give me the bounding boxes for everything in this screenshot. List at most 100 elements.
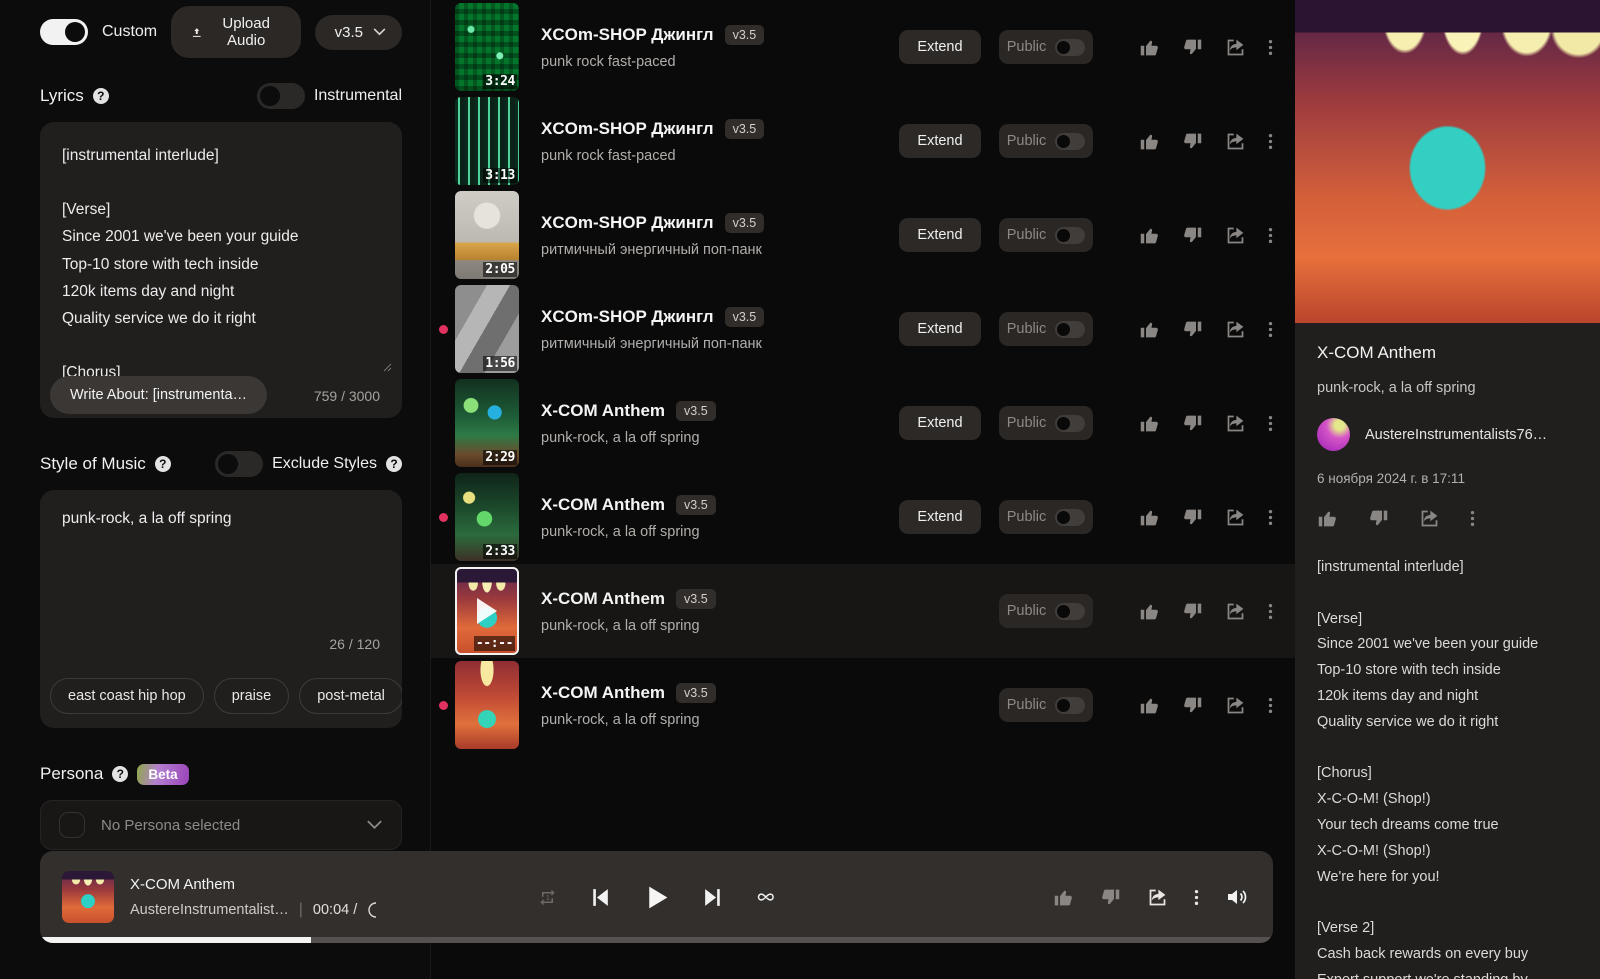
extend-button[interactable]: Extend xyxy=(899,30,981,64)
thumbs-down-icon[interactable] xyxy=(1182,507,1203,528)
help-icon[interactable]: ? xyxy=(92,88,109,104)
more-options-icon[interactable] xyxy=(1268,413,1273,434)
player-progress-bar[interactable] xyxy=(40,937,1273,943)
share-icon[interactable] xyxy=(1147,887,1168,908)
song-thumbnail[interactable]: 3:13 xyxy=(455,97,519,185)
share-icon[interactable] xyxy=(1419,508,1440,529)
song-thumbnail[interactable]: 1:56 xyxy=(455,285,519,373)
more-options-icon[interactable] xyxy=(1268,601,1273,622)
share-icon[interactable] xyxy=(1225,507,1246,528)
song-row[interactable]: X-COM Anthem v3.5 punk-rock, a la off spri… xyxy=(431,658,1295,752)
detail-author[interactable]: AustereInstrumentalists76… xyxy=(1317,418,1578,451)
more-options-icon[interactable] xyxy=(1194,887,1199,908)
thumbs-down-icon[interactable] xyxy=(1182,37,1203,58)
song-thumbnail[interactable]: --:-- xyxy=(455,567,519,655)
thumbs-up-icon[interactable] xyxy=(1139,507,1160,528)
help-icon[interactable]: ? xyxy=(386,456,402,472)
more-options-icon[interactable] xyxy=(1470,508,1475,529)
song-thumbnail[interactable] xyxy=(455,661,519,749)
more-options-icon[interactable] xyxy=(1268,37,1273,58)
style-tag[interactable]: praise xyxy=(213,678,290,714)
more-options-icon[interactable] xyxy=(1268,131,1273,152)
thumbs-down-icon[interactable] xyxy=(1182,131,1203,152)
extend-button[interactable]: Extend xyxy=(899,500,981,534)
toggle-switch[interactable] xyxy=(1055,414,1086,432)
help-icon[interactable]: ? xyxy=(112,766,129,782)
toggle-switch[interactable] xyxy=(1055,696,1086,714)
thumbs-up-icon[interactable] xyxy=(1139,319,1160,340)
play-overlay-icon[interactable] xyxy=(477,598,497,624)
song-row[interactable]: --:-- X-COM Anthem v3.5 punk-rock, a la off… xyxy=(431,564,1295,658)
lyrics-input[interactable]: [instrumental interlude] [Verse] Since 2… xyxy=(62,142,380,394)
public-toggle[interactable]: Public xyxy=(999,594,1093,628)
song-row[interactable]: 2:29 X-COM Anthem v3.5 punk-rock, a la off … xyxy=(431,376,1295,470)
extend-button[interactable]: Extend xyxy=(899,312,981,346)
public-toggle[interactable]: Public xyxy=(999,500,1093,534)
exclude-styles-toggle[interactable] xyxy=(215,451,264,477)
extend-button[interactable]: Extend xyxy=(899,124,981,158)
toggle-switch[interactable] xyxy=(1055,226,1086,244)
instrumental-toggle[interactable] xyxy=(256,83,305,109)
share-icon[interactable] xyxy=(1225,37,1246,58)
thumbs-up-icon[interactable] xyxy=(1317,508,1338,529)
share-icon[interactable] xyxy=(1225,695,1246,716)
upload-audio-button[interactable]: Upload Audio xyxy=(171,6,301,58)
more-options-icon[interactable] xyxy=(1268,695,1273,716)
help-icon[interactable]: ? xyxy=(154,456,171,472)
thumbs-down-icon[interactable] xyxy=(1182,695,1203,716)
lyrics-textarea-container[interactable]: [instrumental interlude] [Verse] Since 2… xyxy=(40,122,402,418)
toggle-switch[interactable] xyxy=(1055,602,1086,620)
previous-track-icon[interactable] xyxy=(587,885,612,910)
public-toggle[interactable]: Public xyxy=(999,30,1093,64)
song-thumbnail[interactable]: 2:33 xyxy=(455,473,519,561)
model-version-select[interactable]: v3.5 xyxy=(314,14,402,50)
share-icon[interactable] xyxy=(1225,601,1246,622)
thumbs-down-icon[interactable] xyxy=(1182,319,1203,340)
persona-select[interactable]: No Persona selected xyxy=(40,800,402,850)
extend-button[interactable]: Extend xyxy=(899,218,981,252)
infinity-loop-icon[interactable] xyxy=(756,887,776,907)
song-row[interactable]: 3:24 XCOm-SHOP Джингл v3.5 punk rock fast-p… xyxy=(431,0,1295,94)
thumbs-down-icon[interactable] xyxy=(1182,225,1203,246)
thumbs-up-icon[interactable] xyxy=(1139,601,1160,622)
public-toggle[interactable]: Public xyxy=(999,688,1093,722)
thumbs-up-icon[interactable] xyxy=(1139,131,1160,152)
write-about-button[interactable]: Write About: [instrumenta… xyxy=(50,376,268,414)
thumbs-down-icon[interactable] xyxy=(1182,601,1203,622)
song-cover-art[interactable] xyxy=(1295,0,1600,323)
toggle-switch[interactable] xyxy=(1055,508,1086,526)
thumbs-up-icon[interactable] xyxy=(1053,887,1074,908)
share-icon[interactable] xyxy=(1225,319,1246,340)
more-options-icon[interactable] xyxy=(1268,507,1273,528)
thumbs-up-icon[interactable] xyxy=(1139,695,1160,716)
more-options-icon[interactable] xyxy=(1268,225,1273,246)
thumbs-down-icon[interactable] xyxy=(1182,413,1203,434)
public-toggle[interactable]: Public xyxy=(999,406,1093,440)
song-thumbnail[interactable]: 2:29 xyxy=(455,379,519,467)
extend-button[interactable]: Extend xyxy=(899,406,981,440)
style-input[interactable]: punk-rock, a la off spring xyxy=(62,510,380,528)
thumbs-up-icon[interactable] xyxy=(1139,37,1160,58)
style-textarea-container[interactable]: punk-rock, a la off spring 26 / 120 east… xyxy=(40,490,402,728)
public-toggle[interactable]: Public xyxy=(999,218,1093,252)
custom-mode-toggle[interactable] xyxy=(40,19,88,45)
style-tag[interactable]: east coast hip hop xyxy=(50,678,204,714)
thumbs-down-icon[interactable] xyxy=(1368,508,1389,529)
public-toggle[interactable]: Public xyxy=(999,124,1093,158)
resize-handle-icon[interactable] xyxy=(380,360,392,372)
song-thumbnail[interactable]: 3:24 xyxy=(455,3,519,91)
toggle-switch[interactable] xyxy=(1055,132,1086,150)
next-track-icon[interactable] xyxy=(701,885,726,910)
song-thumbnail[interactable]: 2:05 xyxy=(455,191,519,279)
share-icon[interactable] xyxy=(1225,131,1246,152)
toggle-switch[interactable] xyxy=(1055,320,1086,338)
song-row[interactable]: 3:13 XCOm-SHOP Джингл v3.5 punk rock fast-p… xyxy=(431,94,1295,188)
player-thumbnail[interactable] xyxy=(62,871,114,923)
more-options-icon[interactable] xyxy=(1268,319,1273,340)
song-row[interactable]: 1:56 XCOm-SHOP Джингл v3.5 ритмичный энерги… xyxy=(431,282,1295,376)
thumbs-up-icon[interactable] xyxy=(1139,413,1160,434)
repeat-one-icon[interactable]: 1 xyxy=(538,888,557,907)
public-toggle[interactable]: Public xyxy=(999,312,1093,346)
share-icon[interactable] xyxy=(1225,225,1246,246)
share-icon[interactable] xyxy=(1225,413,1246,434)
